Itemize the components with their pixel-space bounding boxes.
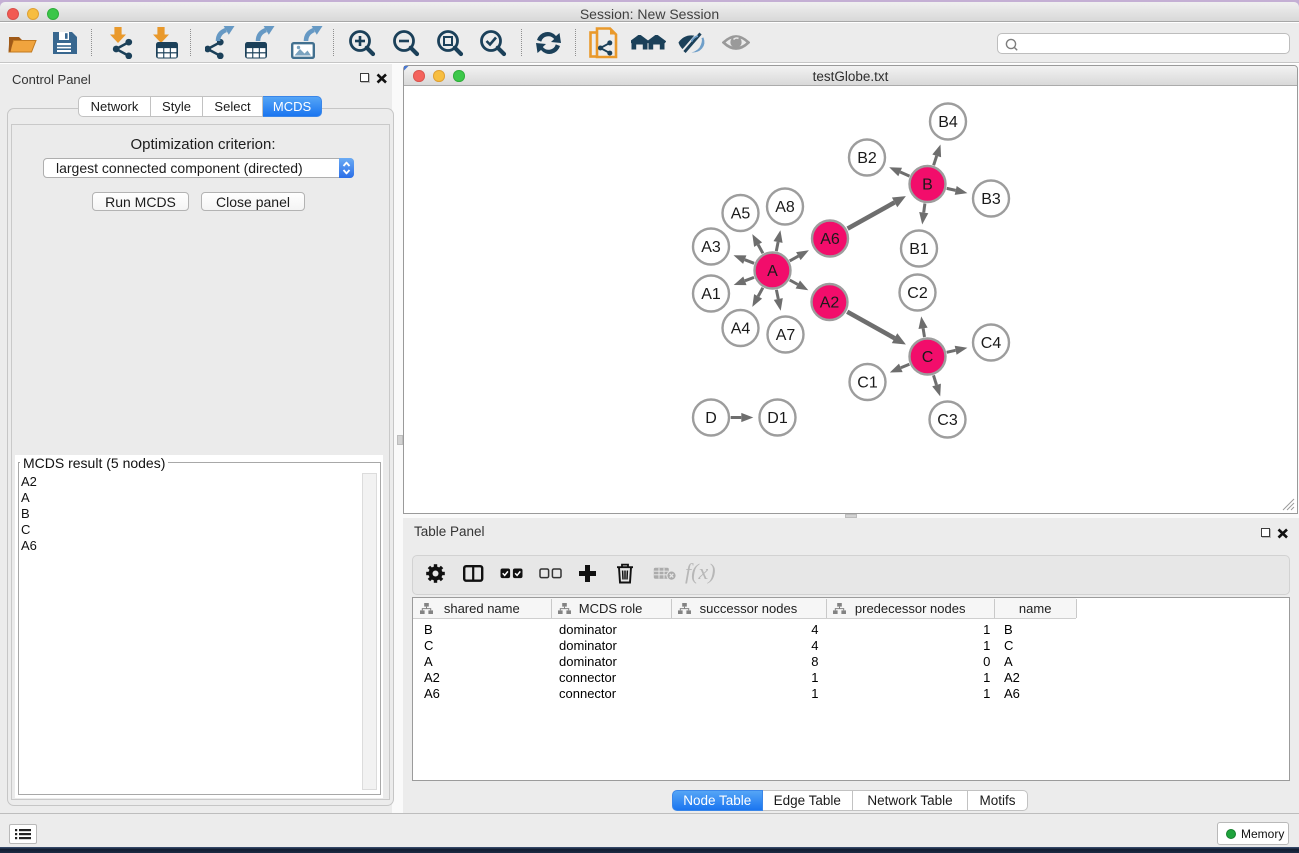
svg-text:A7: A7 bbox=[776, 327, 796, 344]
svg-text:C2: C2 bbox=[907, 285, 928, 302]
svg-text:D1: D1 bbox=[767, 410, 788, 427]
svg-text:A: A bbox=[767, 263, 778, 280]
svg-text:A4: A4 bbox=[731, 321, 751, 338]
svg-text:B1: B1 bbox=[909, 241, 929, 258]
svg-text:B2: B2 bbox=[857, 150, 877, 167]
svg-text:A8: A8 bbox=[775, 199, 795, 216]
svg-text:C: C bbox=[922, 349, 934, 366]
svg-text:B: B bbox=[922, 177, 933, 194]
svg-text:A2: A2 bbox=[820, 295, 840, 312]
svg-text:C3: C3 bbox=[937, 412, 958, 429]
svg-text:A5: A5 bbox=[731, 206, 751, 223]
svg-text:C4: C4 bbox=[981, 335, 1002, 352]
svg-text:A6: A6 bbox=[820, 231, 840, 248]
svg-text:D: D bbox=[705, 410, 717, 427]
svg-text:A1: A1 bbox=[701, 286, 721, 303]
svg-text:A3: A3 bbox=[701, 239, 721, 256]
svg-text:C1: C1 bbox=[857, 375, 878, 392]
svg-text:B3: B3 bbox=[981, 191, 1001, 208]
svg-text:B4: B4 bbox=[938, 114, 958, 131]
